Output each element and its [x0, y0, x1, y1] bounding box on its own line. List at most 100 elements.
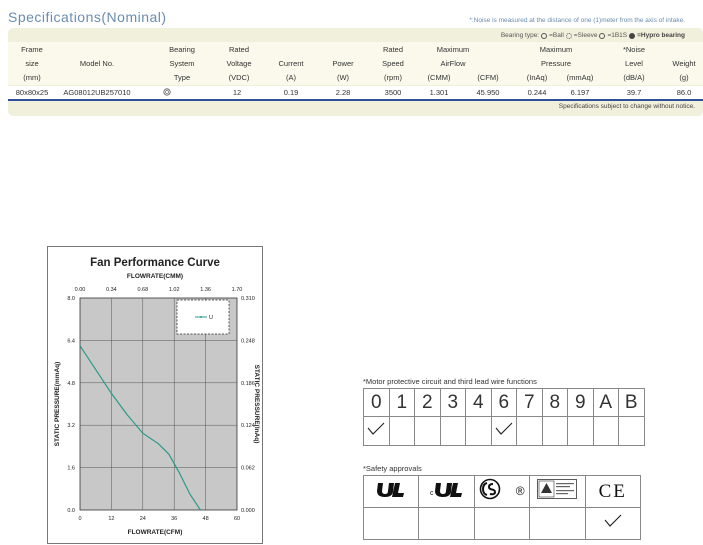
legend-marker	[200, 316, 202, 318]
function-digit-0: 0	[363, 388, 390, 417]
function-digit-10: B	[618, 388, 645, 417]
y2-tick-label: 0.000	[241, 508, 255, 514]
function-check-cell-10	[618, 416, 645, 446]
x-tick-label: 0	[78, 516, 81, 522]
spec-header-line: (A)	[286, 73, 296, 82]
spec-footnote: Specifications subject to change without…	[558, 103, 695, 110]
noise-note: *:Noise is measured at the distance of o…	[469, 17, 685, 24]
cul-logo-cell: c	[418, 475, 475, 508]
safety-check-cell-0	[362, 507, 420, 540]
spec-title: Specifications(Nominal)	[8, 9, 167, 25]
x-tick-label: 60	[234, 516, 240, 522]
safety-check-cell-4	[584, 507, 641, 540]
spec-header-line	[565, 43, 595, 57]
spec-header-line: Level	[625, 59, 643, 68]
safety-check-cell-1	[418, 507, 475, 540]
function-digit-7: 8	[541, 388, 568, 417]
spec-header-line: Power	[332, 59, 354, 68]
spec-header-line: (CFM)	[477, 73, 499, 82]
spec-header-col-4: Current (A)	[274, 43, 308, 85]
spec-header-line	[60, 43, 134, 57]
y2-tick-label: 0.186	[241, 381, 255, 387]
function-check-cell-8	[567, 416, 594, 446]
y2-axis-label: STATIC PRESSURE(InAq)	[253, 365, 260, 444]
cell-weight: 86.0	[676, 88, 692, 97]
spec-header-line: (mmAq)	[566, 73, 594, 82]
function-check-cell-3	[439, 416, 466, 446]
functions-caption: *Motor protective circuit and third lead…	[363, 377, 537, 386]
spec-header-col-9: (CFM)	[473, 43, 503, 85]
x2-tick-label: 1.70	[232, 287, 243, 293]
cell-rated-speed: 3500	[384, 88, 402, 97]
bearing-ball-label: =Ball	[549, 32, 564, 39]
bearing-legend-label: Bearing type:	[500, 32, 540, 39]
spec-header-line: System	[169, 59, 195, 68]
cell-model-no: AG08012UB257010	[63, 88, 131, 97]
check-icon	[604, 514, 622, 532]
spec-header-line: Current	[278, 59, 304, 68]
x2-tick-label: 0.00	[75, 287, 86, 293]
function-digit-8: 9	[567, 388, 594, 417]
spec-header-line: Voltage	[226, 59, 252, 68]
function-digit-2: 2	[414, 388, 441, 417]
spec-header-line: Rated	[228, 45, 249, 54]
bearing-1b1s-label: =1B1S	[607, 32, 628, 39]
spec-header-line: (rpm)	[384, 73, 402, 82]
ball-bearing-icon	[160, 88, 174, 98]
spec-header-col-8: (CMM)	[424, 43, 454, 85]
functions-table: 012346789AB	[363, 388, 645, 446]
spec-header-line: Model No.	[79, 59, 115, 68]
legend-label: U	[209, 315, 213, 321]
cell-pressure-inaq: 0.244	[527, 88, 547, 97]
spec-header-col-14: Weight (g)	[669, 43, 699, 85]
csa-registered-mark: ®	[515, 484, 525, 498]
ce-logo-icon: CE	[598, 480, 627, 502]
spec-header-line: (mm)	[23, 73, 41, 82]
hypro-bearing-icon	[629, 32, 636, 39]
safety-check-cell-2	[473, 507, 531, 540]
row-divider	[8, 99, 703, 101]
y-tick-label: 0.0	[67, 508, 75, 514]
spec-header-line	[424, 57, 454, 71]
function-check-cell-5	[490, 416, 517, 446]
check-icon	[367, 422, 385, 440]
y2-tick-label: 0.124	[241, 423, 255, 429]
spec-header-line	[522, 43, 552, 57]
ul-logo-icon	[377, 483, 405, 497]
function-digit-4: 4	[465, 388, 492, 417]
y-tick-label: 3.2	[67, 423, 75, 429]
spec-header-col-12: (mmAq)	[565, 43, 595, 85]
csa-logo-icon	[480, 478, 501, 500]
spec-header-line: (dB/A)	[623, 73, 645, 82]
spec-header-col-6: Rated Speed (rpm)	[376, 43, 410, 85]
cell-noise: 39.7	[626, 88, 642, 97]
cell-airflow-cmm: 1.301	[429, 88, 449, 97]
function-digit-1: 1	[388, 388, 415, 417]
cell-rated-voltage: 12	[232, 88, 242, 97]
x-tick-label: 12	[108, 516, 114, 522]
function-check-cell-1	[388, 416, 415, 446]
spec-header-line: Bearing	[169, 45, 195, 54]
spec-header-col-2: Bearing System Type	[160, 43, 204, 85]
y-tick-label: 6.4	[67, 338, 75, 344]
spec-header-line: size	[25, 59, 39, 68]
tuv-logo-cell	[529, 475, 586, 508]
spec-header-col-13: *Noise Level (dB/A)	[619, 43, 649, 85]
spec-header-line	[326, 43, 360, 57]
y2-tick-label: 0.310	[241, 296, 255, 302]
spec-header-line: Weight	[672, 59, 696, 68]
cell-power: 2.28	[335, 88, 351, 97]
function-digit-3: 3	[439, 388, 466, 417]
bearing-legend: Bearing type: =Ball =Sleeve =1B1S =Hypro…	[501, 32, 685, 39]
spec-header-line: Speed	[382, 59, 404, 68]
safety-table: c ® CE	[362, 475, 641, 540]
y2-tick-label: 0.248	[241, 338, 255, 344]
csa-logo-cell: ®	[473, 475, 531, 508]
x2-tick-label: 0.34	[106, 287, 117, 293]
bearing-sleeve-label: =Sleeve	[573, 32, 598, 39]
spec-header-line	[669, 43, 699, 57]
x2-tick-label: 0.68	[137, 287, 148, 293]
cell-airflow-cfm: 45.950	[476, 88, 500, 97]
bearing-hypro-label: =Hypro bearing	[637, 32, 685, 39]
ul-logo-cell	[362, 475, 420, 508]
